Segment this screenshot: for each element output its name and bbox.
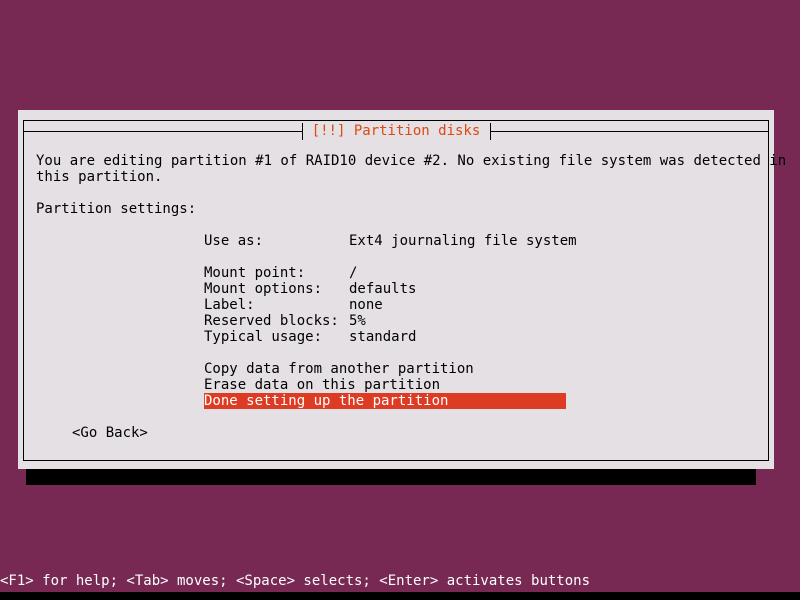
action-item-done-setting-up-label: Done setting up the partition — [204, 393, 566, 409]
intro-paragraph: You are editing partition #1 of RAID10 d… — [36, 153, 787, 185]
title-rule-tick — [489, 123, 491, 140]
setting-row-label[interactable]: Label: none — [204, 297, 416, 313]
footer-help-text: <F1> for help; <Tab> moves; <Space> sele… — [0, 573, 591, 589]
action-item-copy-data-label: Copy data from another partition — [204, 361, 474, 377]
action-item-copy-data[interactable]: Copy data from another partition — [204, 361, 566, 377]
title-rule-tick — [301, 123, 303, 140]
action-list: Copy data from another partition Erase d… — [204, 361, 566, 409]
partition-disks-dialog: [!!] Partition disks You are editing par… — [18, 110, 787, 469]
dialog-content: You are editing partition #1 of RAID10 d… — [24, 142, 787, 460]
dialog-title-bar: [!!] Partition disks — [24, 121, 768, 142]
reserved-blocks-label: Reserved blocks: — [204, 313, 339, 329]
settings-heading: Partition settings: — [36, 201, 197, 217]
dialog-title: [!!] Partition disks — [302, 121, 490, 142]
mount-options-label: Mount options: — [204, 281, 323, 297]
footer-bar: <F1> for help; <Tab> moves; <Space> sele… — [0, 570, 800, 600]
action-item-done-setting-up[interactable]: Done setting up the partition — [204, 393, 566, 409]
action-item-erase-data[interactable]: Erase data on this partition — [204, 377, 566, 393]
typical-usage-label: Typical usage: — [204, 329, 323, 345]
label-value: none — [349, 297, 383, 313]
mount-point-value: / — [349, 265, 358, 281]
reserved-blocks-value: 5% — [349, 313, 366, 329]
dialog-border-frame: [!!] Partition disks You are editing par… — [23, 120, 787, 461]
intro-line-2: this partition. — [36, 169, 163, 185]
title-rule — [24, 131, 303, 132]
setting-row-mount-point[interactable]: Mount point: / — [204, 265, 416, 281]
go-back-button[interactable]: <Go Back> — [72, 425, 148, 441]
setting-row-use-as[interactable]: Use as: Ext4 journaling file system — [204, 233, 577, 249]
label-label: Label: — [204, 297, 255, 313]
use-as-label: Use as: — [204, 233, 264, 249]
setting-row-reserved-blocks[interactable]: Reserved blocks: 5% — [204, 313, 416, 329]
mount-point-label: Mount point: — [204, 265, 306, 281]
setting-row-typical-usage[interactable]: Typical usage: standard — [204, 329, 416, 345]
use-as-value: Ext4 journaling file system — [349, 233, 577, 249]
title-rule — [489, 131, 768, 132]
setting-row-mount-options[interactable]: Mount options: defaults — [204, 281, 416, 297]
typical-usage-value: standard — [349, 329, 417, 345]
intro-line-1: You are editing partition #1 of RAID10 d… — [36, 153, 787, 169]
action-item-erase-data-label: Erase data on this partition — [204, 377, 441, 393]
mount-options-value: defaults — [349, 281, 417, 297]
footer-black-strip — [0, 592, 800, 600]
settings-list: Mount point: / Mount options: defaults L… — [204, 265, 416, 345]
